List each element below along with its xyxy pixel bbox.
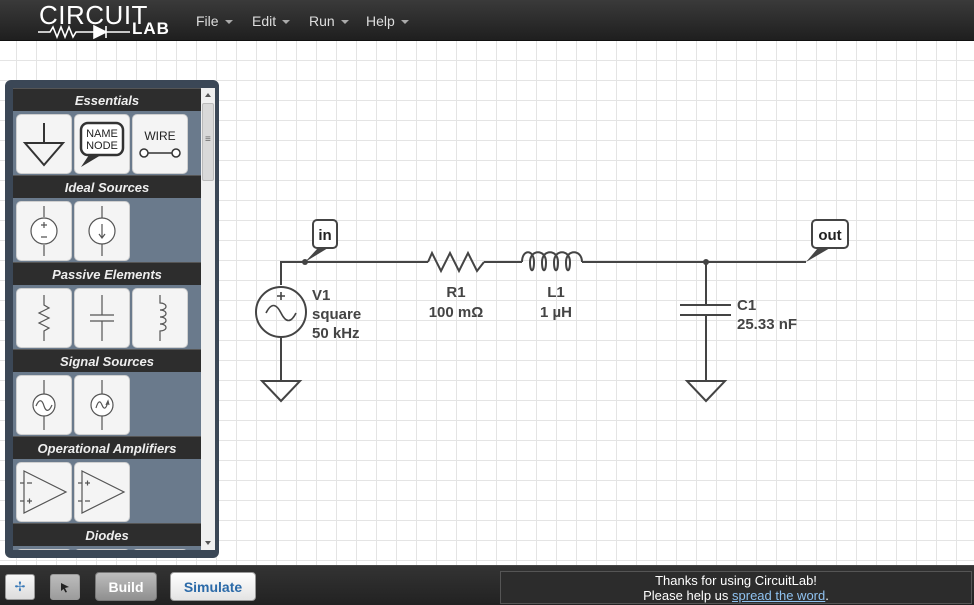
chevron-down-icon xyxy=(340,19,349,24)
c1-value: 25.33 nF xyxy=(737,316,797,333)
junction-dot xyxy=(703,259,709,265)
circuitlab-logo[interactable]: CIRCUIT LAB xyxy=(36,2,176,40)
scroll-down-icon[interactable] xyxy=(201,536,215,550)
scroll-up-icon[interactable] xyxy=(201,88,215,102)
svg-text:NODE: NODE xyxy=(86,140,118,152)
node-in-text: in xyxy=(318,227,331,244)
build-button[interactable]: Build xyxy=(95,572,157,601)
opamp-icon xyxy=(20,470,68,514)
cursor-arrow-icon xyxy=(61,583,69,593)
scroll-thumb[interactable] xyxy=(202,103,214,181)
spread-the-word-link[interactable]: spread the word xyxy=(732,588,825,603)
voltage-source-waveform-icon xyxy=(265,292,297,322)
node-out-text: out xyxy=(818,227,841,244)
ac-voltage-source-icon xyxy=(32,380,56,430)
opamp-icon xyxy=(78,470,126,514)
svg-text:NAME: NAME xyxy=(86,128,118,140)
menu-file-label: File xyxy=(196,12,219,29)
category-diodes: Diodes xyxy=(13,523,201,546)
part-diode-partial[interactable] xyxy=(74,549,130,550)
notice-suffix: . xyxy=(825,588,829,603)
part-ac-current-source[interactable] xyxy=(74,375,130,435)
category-passive-elements: Passive Elements xyxy=(13,262,201,285)
part-diode-partial[interactable] xyxy=(132,549,188,550)
dc-current-source-icon xyxy=(88,206,116,256)
category-essentials: Essentials xyxy=(13,88,201,111)
notice-prefix: Please help us xyxy=(643,588,733,603)
menu-edit[interactable]: Edit xyxy=(252,0,291,41)
capacitor-icon xyxy=(90,295,114,341)
inductor-l1-symbol xyxy=(521,251,583,272)
menu-file[interactable]: File xyxy=(196,0,233,41)
category-operational-amplifiers: Operational Amplifiers xyxy=(13,436,201,459)
select-tool-button[interactable] xyxy=(50,574,80,600)
resistor-icon xyxy=(37,295,51,341)
part-resistor[interactable] xyxy=(16,288,72,348)
chevron-down-icon xyxy=(400,19,409,24)
menu-run-label: Run xyxy=(309,12,335,29)
node-label-out[interactable]: out xyxy=(806,219,849,262)
part-opamp-1[interactable] xyxy=(16,462,72,522)
pan-tool-button[interactable]: ✢ xyxy=(5,574,35,600)
part-dc-current-source[interactable] xyxy=(74,201,130,261)
c1-name: C1 xyxy=(737,297,756,314)
ground-icon xyxy=(684,380,728,403)
v1-name: V1 xyxy=(312,287,330,304)
thanks-notice: Thanks for using CircuitLab! Please help… xyxy=(500,571,972,604)
notice-line-1: Thanks for using CircuitLab! xyxy=(655,573,817,588)
part-inductor[interactable] xyxy=(132,288,188,348)
node-label-in[interactable]: in xyxy=(305,219,338,262)
wire xyxy=(280,261,428,285)
ac-current-source-icon xyxy=(90,380,114,430)
category-signal-sources: Signal Sources xyxy=(13,349,201,372)
v1-type: square xyxy=(312,306,361,323)
part-opamp-2[interactable] xyxy=(74,462,130,522)
bottom-toolbar: ✢ Build Simulate Thanks for using Circui… xyxy=(0,565,974,605)
simulate-button[interactable]: Simulate xyxy=(170,572,256,601)
menu-help[interactable]: Help xyxy=(366,0,409,41)
part-capacitor[interactable] xyxy=(74,288,130,348)
logo-lab-text: LAB xyxy=(132,19,170,38)
l1-value: 1 µH xyxy=(540,304,572,321)
part-diode-partial[interactable] xyxy=(16,549,72,550)
category-ideal-sources: Ideal Sources xyxy=(13,175,201,198)
part-name-node[interactable]: NAME NODE xyxy=(74,114,130,174)
part-ground[interactable] xyxy=(16,114,72,174)
dc-voltage-source-icon xyxy=(30,206,58,256)
ground-icon xyxy=(259,380,303,403)
chevron-down-icon xyxy=(224,19,233,24)
r1-value: 100 mΩ xyxy=(429,304,484,321)
wire-part-label: WIRE xyxy=(144,129,175,143)
notice-line-2: Please help us spread the word. xyxy=(501,588,971,603)
ground-icon xyxy=(22,123,66,167)
l1-name: L1 xyxy=(547,284,565,301)
r1-name: R1 xyxy=(446,284,465,301)
parts-list[interactable]: Essentials NAME NODE WIRE Ideal Sources … xyxy=(13,88,201,550)
menu-edit-label: Edit xyxy=(252,12,277,29)
part-ac-voltage-source[interactable] xyxy=(16,375,72,435)
palette-scrollbar[interactable] xyxy=(201,88,215,550)
wire-icon: WIRE xyxy=(139,129,181,158)
part-dc-voltage-source[interactable] xyxy=(16,201,72,261)
part-wire[interactable]: WIRE xyxy=(132,114,188,174)
top-bar: CIRCUIT LAB File Edit Run Help xyxy=(0,0,974,41)
move-icon: ✢ xyxy=(14,579,26,594)
chevron-down-icon xyxy=(282,19,291,24)
resistor-r1-symbol xyxy=(427,250,485,274)
name-node-icon: NAME NODE xyxy=(79,121,125,167)
inductor-icon xyxy=(159,295,167,341)
menu-run[interactable]: Run xyxy=(309,0,349,41)
parts-palette: Essentials NAME NODE WIRE Ideal Sources … xyxy=(5,80,219,558)
v1-freq: 50 kHz xyxy=(312,325,360,342)
menu-help-label: Help xyxy=(366,12,395,29)
